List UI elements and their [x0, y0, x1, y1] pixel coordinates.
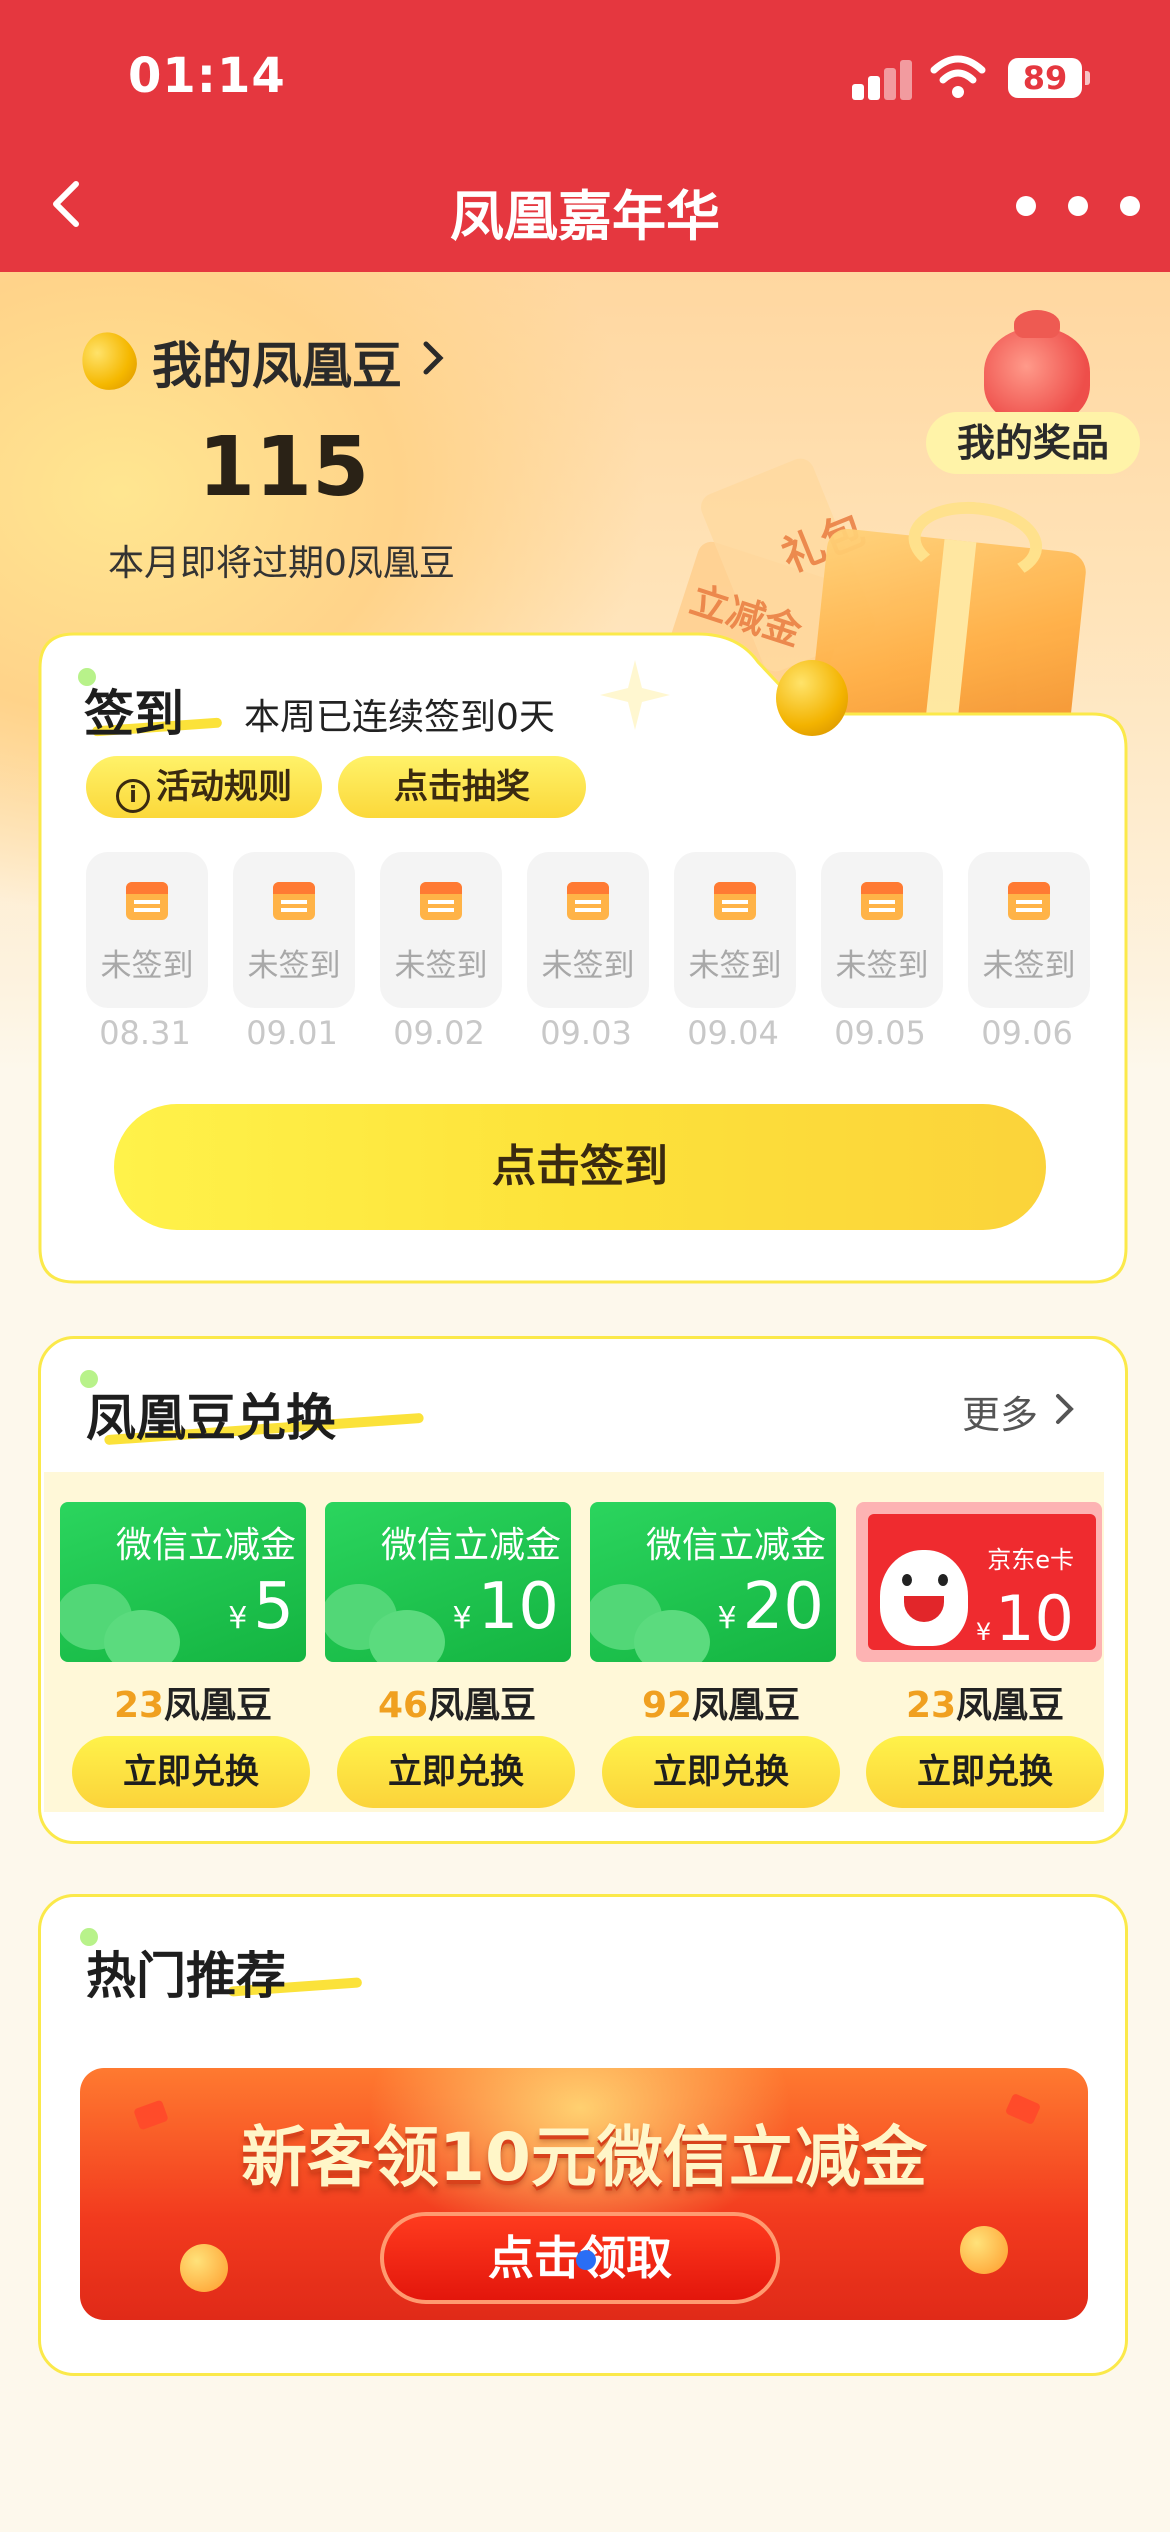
wechat-icon: [104, 1610, 180, 1662]
cost-unit: 凤凰豆: [428, 1685, 537, 1726]
coupon-value: ¥10: [976, 1582, 1074, 1655]
coupon-name: 微信立减金: [115, 1525, 296, 1566]
wechat-coupon-card[interactable]: 微信立减金 ¥10: [325, 1502, 571, 1662]
signin-day: 未签到: [821, 852, 943, 1008]
cellular-signal-icon: [852, 60, 912, 100]
coupon-value: ¥5: [228, 1570, 294, 1644]
cost-number: 23: [905, 1685, 957, 1726]
signin-day: 未签到: [527, 852, 649, 1008]
exchange-button[interactable]: 立即兑换: [602, 1736, 840, 1808]
calendar-icon: [567, 882, 609, 920]
signin-button[interactable]: 点击签到: [114, 1104, 1046, 1230]
wifi-icon: [930, 55, 986, 98]
signin-day: 未签到: [968, 852, 1090, 1008]
signin-day: 未签到: [86, 852, 208, 1008]
day-date: 09.01: [246, 1014, 338, 1052]
banner-title: 新客领10元微信立减金: [241, 2119, 927, 2196]
battery-icon: 89: [1008, 58, 1090, 98]
coupon-name: 微信立减金: [380, 1525, 561, 1566]
lottery-button[interactable]: 点击抽奖: [338, 756, 586, 818]
calendar-icon: [273, 882, 315, 920]
day-date: 08.31: [99, 1014, 191, 1052]
cost-unit: 凤凰豆: [956, 1685, 1065, 1726]
page-title: 凤凰嘉年华: [450, 185, 720, 248]
more-link[interactable]: 更多: [962, 1384, 1038, 1439]
currency: ¥: [452, 1601, 472, 1636]
day-date: 09.06: [981, 1014, 1073, 1052]
day-status: 未签到: [394, 948, 488, 984]
signin-day: 未签到: [233, 852, 355, 1008]
wechat-icon: [369, 1610, 445, 1662]
jd-card-face: 京东e卡 ¥10: [868, 1514, 1096, 1655]
calendar-icon: [714, 882, 756, 920]
calendar-icon: [420, 882, 462, 920]
coupon-name: 微信立减金: [645, 1525, 826, 1566]
wechat-icon: [634, 1610, 710, 1662]
coupon-amount: 5: [253, 1570, 294, 1644]
coin-decoration: [960, 2226, 1008, 2274]
cost-number: 46: [377, 1685, 429, 1726]
currency: ¥: [717, 1601, 737, 1636]
coupon-cost: 92凤凰豆: [598, 1676, 844, 1728]
my-beans-link[interactable]: 我的凤凰豆: [152, 326, 402, 398]
my-prizes-button[interactable]: 我的奖品: [926, 412, 1140, 474]
top-bar: 01:14 89 凤凰嘉年华: [0, 0, 1170, 272]
wechat-coupon-card[interactable]: 微信立减金 ¥5: [60, 1502, 306, 1662]
coupon-cost: 23凤凰豆: [862, 1676, 1108, 1728]
signin-streak-text: 本周已连续签到0天: [244, 697, 555, 738]
coupon-cost: 46凤凰豆: [334, 1676, 580, 1728]
cost-number: 23: [113, 1685, 165, 1726]
cost-number: 92: [641, 1685, 693, 1726]
info-icon: i: [116, 779, 150, 813]
gold-bean-decoration: [776, 660, 848, 736]
day-status: 未签到: [982, 948, 1076, 984]
day-date: 09.04: [687, 1014, 779, 1052]
rules-label: 活动规则: [156, 767, 292, 807]
cost-unit: 凤凰豆: [164, 1685, 273, 1726]
coupon-cost: 23凤凰豆: [70, 1676, 316, 1728]
coupon-amount: 10: [477, 1570, 559, 1644]
coupon-value: ¥20: [717, 1570, 824, 1644]
day-date: 09.05: [834, 1014, 926, 1052]
coupon-amount: 10: [995, 1582, 1074, 1655]
exchange-button[interactable]: 立即兑换: [337, 1736, 575, 1808]
exchange-title: 凤凰豆兑换: [86, 1389, 336, 1447]
day-status: 未签到: [100, 948, 194, 984]
rules-button[interactable]: i 活动规则: [86, 756, 322, 818]
promo-banner[interactable]: 新客领10元微信立减金 点击领取: [80, 2068, 1088, 2320]
signin-title: 签到: [84, 685, 184, 743]
signin-day: 未签到: [674, 852, 796, 1008]
wechat-coupon-card[interactable]: 微信立减金 ¥20: [590, 1502, 836, 1662]
calendar-icon: [1008, 882, 1050, 920]
chevron-right-icon[interactable]: [420, 338, 448, 378]
cost-unit: 凤凰豆: [692, 1685, 801, 1726]
day-date: 09.02: [393, 1014, 485, 1052]
status-time: 01:14: [128, 48, 286, 104]
exchange-button[interactable]: 立即兑换: [866, 1736, 1104, 1808]
currency: ¥: [228, 1601, 248, 1636]
currency: ¥: [975, 1618, 992, 1646]
calendar-icon: [126, 882, 168, 920]
chevron-right-icon[interactable]: [1054, 1392, 1076, 1426]
calendar-icon: [861, 882, 903, 920]
jd-dog-mascot-icon: [880, 1550, 968, 1646]
exchange-button[interactable]: 立即兑换: [72, 1736, 310, 1808]
expire-text: 本月即将过期0凤凰豆: [108, 543, 455, 584]
jd-ecard-coupon[interactable]: 京东e卡 ¥10: [856, 1502, 1102, 1662]
day-status: 未签到: [835, 948, 929, 984]
coupon-name: 京东e卡: [987, 1546, 1074, 1574]
touch-indicator: [576, 2250, 596, 2270]
day-date: 09.03: [540, 1014, 632, 1052]
coupon-amount: 20: [742, 1570, 824, 1644]
signin-day: 未签到: [380, 852, 502, 1008]
coupon-value: ¥10: [452, 1570, 559, 1644]
day-status: 未签到: [247, 948, 341, 984]
more-options-icon[interactable]: [1016, 196, 1140, 216]
day-status: 未签到: [541, 948, 635, 984]
prize-bag-icon[interactable]: [984, 310, 1090, 424]
bean-count: 115: [198, 420, 370, 515]
day-status: 未签到: [688, 948, 782, 984]
coin-decoration: [180, 2244, 228, 2292]
hot-title: 热门推荐: [86, 1947, 286, 2005]
